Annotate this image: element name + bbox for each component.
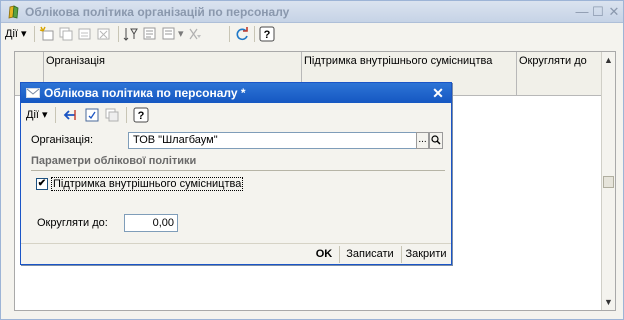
- window-title-bar[interactable]: Облікова політика організацій по персона…: [1, 1, 623, 23]
- close-button[interactable]: Закрити: [403, 246, 449, 263]
- chevron-down-icon[interactable]: ▾: [178, 26, 184, 42]
- dialog-title: Облікова політика по персоналу *: [44, 86, 246, 100]
- policy-dialog: Облікова політика по персоналу * ✕ Дії ▾…: [20, 82, 452, 265]
- copy-doc-icon[interactable]: [104, 107, 120, 123]
- back-icon[interactable]: [62, 107, 78, 123]
- chevron-down-icon: ▾: [21, 28, 27, 40]
- app-icon: [8, 5, 19, 19]
- chevron-down-icon: ▾: [42, 109, 48, 121]
- filter-off-icon[interactable]: [187, 26, 203, 42]
- svg-text:?: ?: [264, 29, 271, 41]
- dialog-title-bar[interactable]: Облікова політика по персоналу * ✕: [21, 83, 451, 103]
- main-toolbar: Дії ▾ ▾ ?: [1, 23, 623, 45]
- help-icon[interactable]: ?: [259, 26, 275, 42]
- close-icon[interactable]: ✕: [431, 85, 445, 101]
- delete-icon[interactable]: [96, 26, 112, 42]
- svg-text:?: ?: [138, 110, 145, 122]
- table-scrollbar[interactable]: ▲ ▼: [601, 52, 615, 310]
- toolbar-separator: [55, 107, 56, 123]
- toolbar-separator: [34, 26, 35, 42]
- close-icon[interactable]: ✕: [606, 4, 622, 20]
- scroll-up-icon[interactable]: ▲: [602, 54, 615, 67]
- actions-menu-label: Дії: [26, 109, 39, 121]
- dialog-button-bar: OK Записати Закрити: [21, 243, 451, 264]
- section-divider: [31, 170, 445, 171]
- dialog-actions-menu[interactable]: Дії ▾: [26, 107, 48, 123]
- round-to-label: Округляти до:: [37, 217, 108, 229]
- refresh-icon[interactable]: [234, 26, 250, 42]
- organization-field[interactable]: ТОВ "Шлагбаум": [128, 132, 438, 149]
- save-doc-icon[interactable]: [84, 107, 100, 123]
- minimize-icon[interactable]: —: [574, 4, 590, 20]
- toolbar-separator: [229, 26, 230, 42]
- filter-dropdown-icon[interactable]: [161, 26, 177, 42]
- envelope-icon: [26, 88, 40, 98]
- filter-set-icon[interactable]: [142, 26, 158, 42]
- save-button[interactable]: Записати: [342, 246, 398, 263]
- organization-label: Організація:: [31, 134, 93, 146]
- ok-button[interactable]: OK: [312, 246, 336, 263]
- copy-icon[interactable]: [58, 26, 74, 42]
- section-title: Параметри облікової політики: [31, 155, 197, 167]
- maximize-icon[interactable]: ☐: [590, 4, 606, 20]
- part-time-checkbox[interactable]: ✔: [36, 178, 48, 190]
- select-button[interactable]: ...: [416, 132, 429, 149]
- toolbar-separator: [126, 107, 127, 123]
- part-time-checkbox-label[interactable]: Підтримка внутрішнього сумісництва: [51, 177, 244, 191]
- round-to-field[interactable]: 0,00: [124, 214, 178, 232]
- dialog-toolbar: Дії ▾ ?: [21, 105, 451, 125]
- add-icon[interactable]: [39, 26, 55, 42]
- actions-menu[interactable]: Дії ▾: [5, 26, 27, 42]
- filter-icon[interactable]: [123, 26, 139, 42]
- table-column-round-to[interactable]: Округляти до: [517, 52, 603, 96]
- actions-menu-label: Дії: [5, 28, 18, 40]
- scrollbar-thumb[interactable]: [603, 176, 614, 188]
- button-separator: [339, 246, 340, 263]
- search-icon[interactable]: [429, 132, 443, 149]
- toolbar-separator: [254, 26, 255, 42]
- scroll-down-icon[interactable]: ▼: [602, 296, 615, 309]
- edit-icon[interactable]: [77, 26, 93, 42]
- help-icon[interactable]: ?: [133, 107, 149, 123]
- toolbar-separator: [118, 26, 119, 42]
- window-title: Облікова політика організацій по персона…: [25, 5, 290, 19]
- button-separator: [401, 246, 402, 263]
